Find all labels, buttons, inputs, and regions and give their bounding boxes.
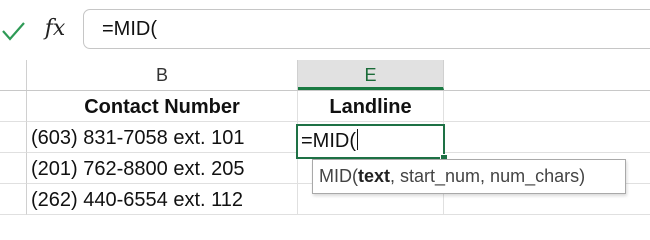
active-cell-editor[interactable]: =MID(: [296, 124, 445, 159]
formula-bar: fx =MID(: [0, 0, 650, 60]
tooltip-remaining-args: , start_num, num_chars): [390, 166, 586, 186]
formula-text: =MID(: [102, 18, 157, 40]
checkmark-icon[interactable]: [0, 14, 26, 46]
empty-cell[interactable]: [444, 122, 650, 153]
row-header[interactable]: [0, 91, 27, 122]
row-header[interactable]: [0, 122, 27, 153]
column-header-spacer: [0, 60, 27, 90]
table-row: Contact Number Landline: [0, 91, 650, 122]
active-cell-text: =MID(: [301, 126, 358, 157]
function-tooltip: MID(text, start_num, num_chars): [312, 159, 626, 194]
row-header[interactable]: [0, 153, 27, 184]
fx-icon[interactable]: fx: [38, 12, 72, 46]
row-header[interactable]: [0, 184, 27, 215]
contact-number-cell[interactable]: (603) 831-7058 ext. 101: [27, 122, 298, 153]
column-header-row: B E: [0, 60, 650, 91]
tooltip-current-arg[interactable]: text: [358, 166, 390, 186]
formula-input[interactable]: =MID(: [83, 9, 650, 49]
text-caret: [357, 129, 358, 150]
header-cell-landline[interactable]: Landline: [298, 91, 444, 122]
active-cell-value: =MID(: [301, 130, 356, 152]
header-cell-contact-number[interactable]: Contact Number: [27, 91, 298, 122]
tooltip-function-name[interactable]: MID(: [319, 166, 358, 186]
contact-number-cell[interactable]: (201) 762-8800 ext. 205: [27, 153, 298, 184]
column-header-b[interactable]: B: [27, 60, 298, 90]
column-header-e[interactable]: E: [298, 60, 444, 90]
contact-number-cell[interactable]: (262) 440-6554 ext. 112: [27, 184, 298, 215]
empty-cell[interactable]: [444, 91, 650, 122]
